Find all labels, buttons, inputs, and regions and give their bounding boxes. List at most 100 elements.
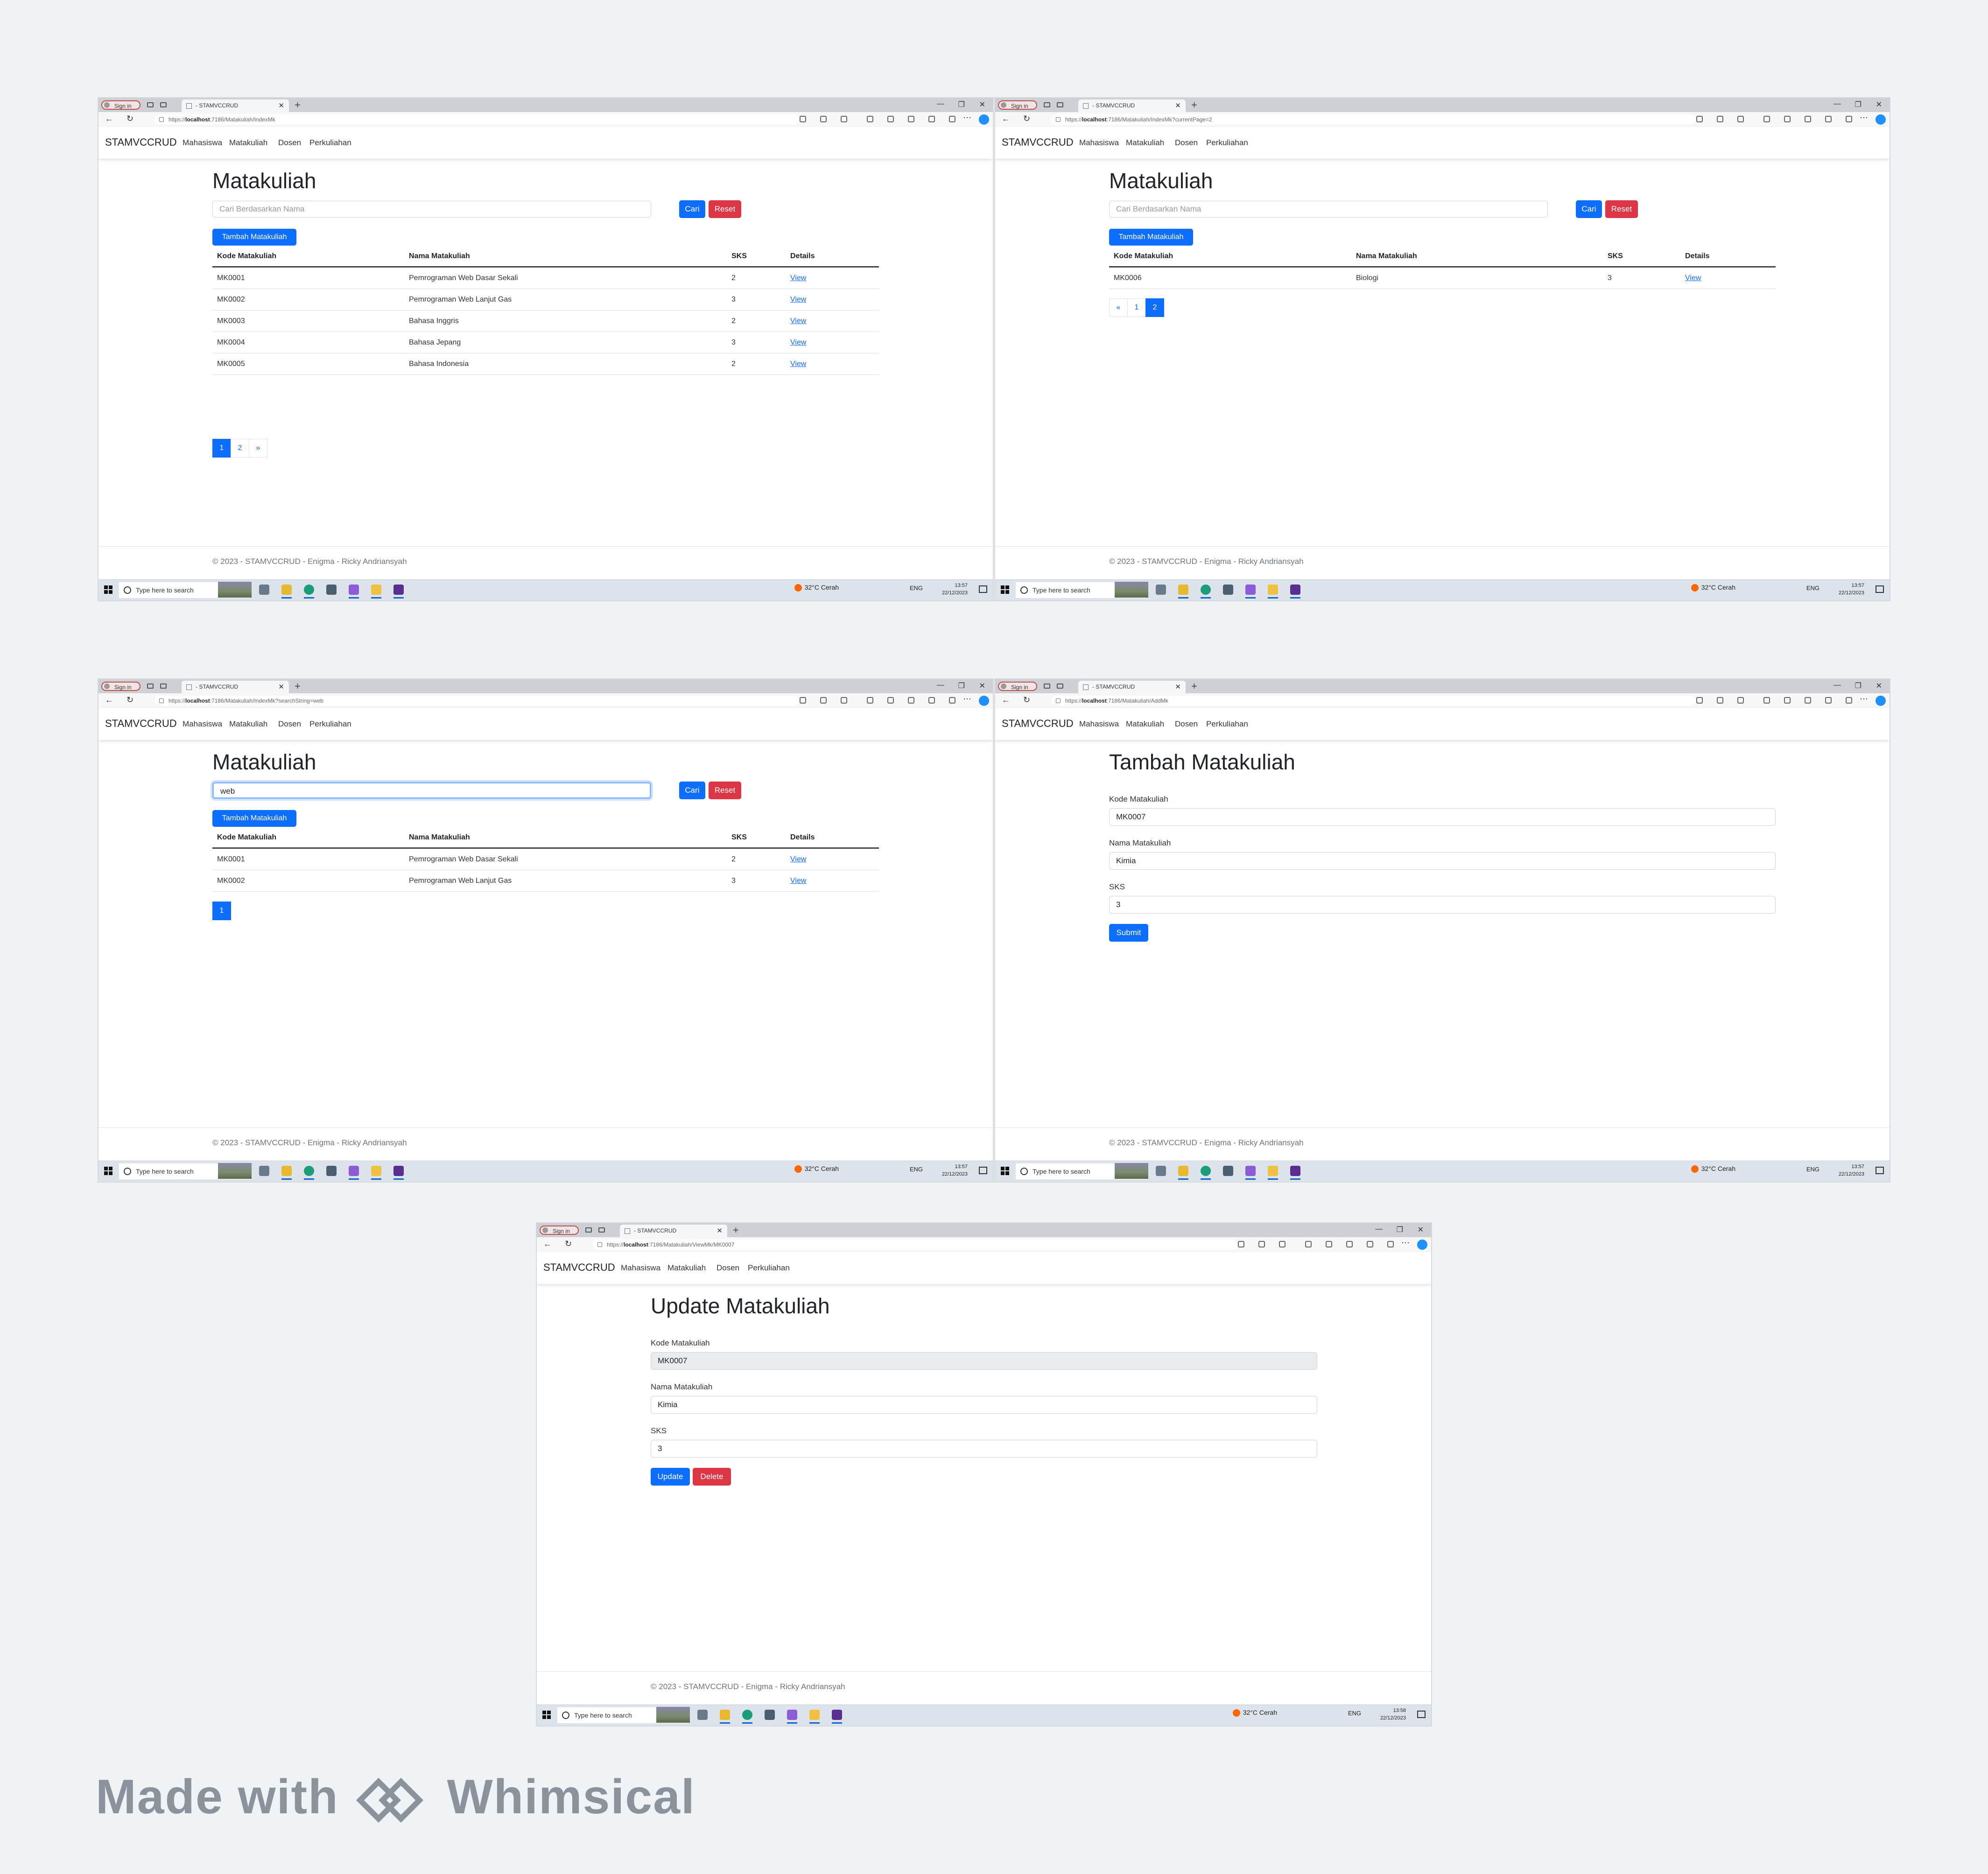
sks-input[interactable]: 3 bbox=[651, 1440, 1317, 1458]
brand-link[interactable]: STAMVCCRUD bbox=[1002, 136, 1074, 148]
copilot-icon[interactable] bbox=[979, 114, 989, 125]
zoom-icon[interactable] bbox=[800, 697, 806, 704]
file-explorer-icon[interactable] bbox=[720, 1710, 730, 1724]
nav-matakuliah[interactable]: Matakuliah bbox=[1126, 138, 1164, 148]
sign-in-button[interactable]: Sign in bbox=[540, 1226, 579, 1235]
task-view-icon[interactable] bbox=[259, 585, 269, 595]
browser-essentials-icon[interactable] bbox=[949, 116, 955, 122]
extensions-icon[interactable] bbox=[1763, 697, 1770, 704]
close-tab-icon[interactable]: ✕ bbox=[1175, 681, 1181, 693]
terminal-app-icon[interactable] bbox=[832, 1710, 842, 1724]
browser-essentials-icon[interactable] bbox=[949, 697, 955, 704]
read-aloud-icon[interactable] bbox=[820, 697, 827, 704]
refresh-icon[interactable]: ↻ bbox=[1023, 695, 1030, 705]
view-link[interactable]: View bbox=[1685, 274, 1701, 282]
restore-icon[interactable]: ❐ bbox=[1855, 100, 1862, 109]
workspaces-icon[interactable] bbox=[147, 683, 154, 689]
calculator-icon[interactable] bbox=[326, 585, 337, 595]
sign-in-button[interactable]: Sign in bbox=[998, 682, 1037, 691]
collections-icon[interactable] bbox=[928, 116, 935, 122]
brand-link[interactable]: STAMVCCRUD bbox=[105, 718, 177, 730]
extensions-icon[interactable] bbox=[1305, 1241, 1312, 1247]
tab-actions-icon[interactable] bbox=[1057, 683, 1063, 689]
split-screen-icon[interactable] bbox=[1326, 1241, 1332, 1247]
favorite-star-icon[interactable] bbox=[841, 697, 847, 704]
nav-matakuliah[interactable]: Matakuliah bbox=[229, 719, 267, 729]
collections-icon[interactable] bbox=[928, 697, 935, 704]
favorites-icon[interactable] bbox=[1805, 116, 1811, 122]
zoom-icon[interactable] bbox=[1696, 116, 1703, 122]
workspaces-icon[interactable] bbox=[585, 1227, 592, 1233]
file-explorer-icon[interactable] bbox=[281, 585, 292, 599]
sign-in-button[interactable]: Sign in bbox=[101, 682, 140, 691]
back-icon[interactable]: ← bbox=[1002, 695, 1010, 705]
weather-widget[interactable]: 32°C Cerah bbox=[794, 1165, 839, 1173]
zoom-icon[interactable] bbox=[800, 116, 806, 122]
nav-mahasiswa[interactable]: Mahasiswa bbox=[1079, 138, 1119, 148]
task-view-icon[interactable] bbox=[1156, 1166, 1166, 1176]
search-input[interactable]: Cari Berdasarkan Nama bbox=[212, 201, 651, 218]
window-close-icon[interactable]: ✕ bbox=[1418, 1225, 1424, 1234]
file-explorer-icon[interactable] bbox=[1178, 585, 1188, 599]
sticky-app-icon[interactable] bbox=[1268, 585, 1278, 599]
nav-dosen[interactable]: Dosen bbox=[1175, 719, 1198, 729]
view-link[interactable]: View bbox=[790, 877, 806, 885]
tambah-matakuliah-button[interactable]: Tambah Matakuliah bbox=[212, 810, 296, 827]
sks-input[interactable]: 3 bbox=[1109, 896, 1776, 914]
new-tab-icon[interactable]: + bbox=[295, 99, 301, 111]
taskbar-clock[interactable]: 13:57 22/12/2023 bbox=[1839, 1163, 1864, 1178]
weather-widget[interactable]: 32°C Cerah bbox=[1232, 1709, 1277, 1717]
minimize-icon[interactable]: — bbox=[937, 681, 944, 690]
cari-button[interactable]: Cari bbox=[679, 782, 705, 799]
favorite-star-icon[interactable] bbox=[1737, 116, 1744, 122]
terminal-app-icon[interactable] bbox=[1290, 1166, 1300, 1180]
taskbar-clock[interactable]: 13:58 22/12/2023 bbox=[1380, 1707, 1406, 1722]
restore-icon[interactable]: ❐ bbox=[1397, 1225, 1403, 1234]
refresh-icon[interactable]: ↻ bbox=[1023, 114, 1030, 124]
back-icon[interactable]: ← bbox=[105, 114, 113, 124]
kode-input[interactable]: MK0007 bbox=[1109, 808, 1776, 826]
workspaces-icon[interactable] bbox=[147, 102, 154, 107]
sticky-app-icon[interactable] bbox=[809, 1710, 820, 1724]
brand-link[interactable]: STAMVCCRUD bbox=[543, 1261, 615, 1274]
notification-icon[interactable] bbox=[979, 585, 987, 593]
reset-button[interactable]: Reset bbox=[709, 200, 741, 218]
minimize-icon[interactable]: — bbox=[1375, 1225, 1383, 1233]
url-bar[interactable]: https://localhost:7186/Matakuliah/IndexM… bbox=[155, 696, 799, 706]
start-icon[interactable] bbox=[1001, 585, 1009, 594]
new-tab-icon[interactable]: + bbox=[733, 1224, 739, 1236]
nav-mahasiswa[interactable]: Mahasiswa bbox=[183, 719, 222, 729]
split-screen-icon[interactable] bbox=[1784, 697, 1791, 704]
favorites-icon[interactable] bbox=[1346, 1241, 1353, 1247]
view-link[interactable]: View bbox=[790, 296, 806, 303]
weather-widget[interactable]: 32°C Cerah bbox=[1691, 1165, 1735, 1173]
nav-mahasiswa[interactable]: Mahasiswa bbox=[621, 1263, 660, 1273]
new-tab-icon[interactable]: + bbox=[1191, 99, 1197, 111]
minimize-icon[interactable]: — bbox=[1833, 100, 1841, 108]
edge-icon[interactable] bbox=[1201, 1166, 1211, 1180]
task-view-icon[interactable] bbox=[259, 1166, 269, 1176]
back-icon[interactable]: ← bbox=[1002, 114, 1010, 124]
notification-icon[interactable] bbox=[1417, 1711, 1426, 1718]
tab-actions-icon[interactable] bbox=[598, 1227, 605, 1233]
read-aloud-icon[interactable] bbox=[1258, 1241, 1265, 1247]
browser-tab[interactable]: - STAMVCCRUD ✕ bbox=[1078, 681, 1186, 693]
view-link[interactable]: View bbox=[790, 338, 806, 346]
reset-button[interactable]: Reset bbox=[1605, 200, 1638, 218]
delete-button[interactable]: Delete bbox=[693, 1468, 731, 1486]
taskbar-clock[interactable]: 13:57 22/12/2023 bbox=[942, 1163, 968, 1178]
view-link[interactable]: View bbox=[790, 274, 806, 282]
taskbar-clock[interactable]: 13:57 22/12/2023 bbox=[1839, 582, 1864, 597]
sticky-app-icon[interactable] bbox=[1268, 1166, 1278, 1180]
nav-perkuliahan[interactable]: Perkuliahan bbox=[748, 1263, 790, 1273]
collections-icon[interactable] bbox=[1825, 697, 1832, 704]
close-tab-icon[interactable]: ✕ bbox=[278, 99, 284, 112]
calculator-icon[interactable] bbox=[1223, 1166, 1233, 1176]
taskbar-clock[interactable]: 13:57 22/12/2023 bbox=[942, 582, 968, 597]
nav-perkuliahan[interactable]: Perkuliahan bbox=[1206, 138, 1248, 148]
calculator-icon[interactable] bbox=[326, 1166, 337, 1176]
more-menu-icon[interactable]: ⋯ bbox=[1860, 113, 1868, 123]
extensions-icon[interactable] bbox=[867, 697, 873, 704]
view-link[interactable]: View bbox=[790, 317, 806, 325]
new-tab-icon[interactable]: + bbox=[295, 680, 301, 692]
